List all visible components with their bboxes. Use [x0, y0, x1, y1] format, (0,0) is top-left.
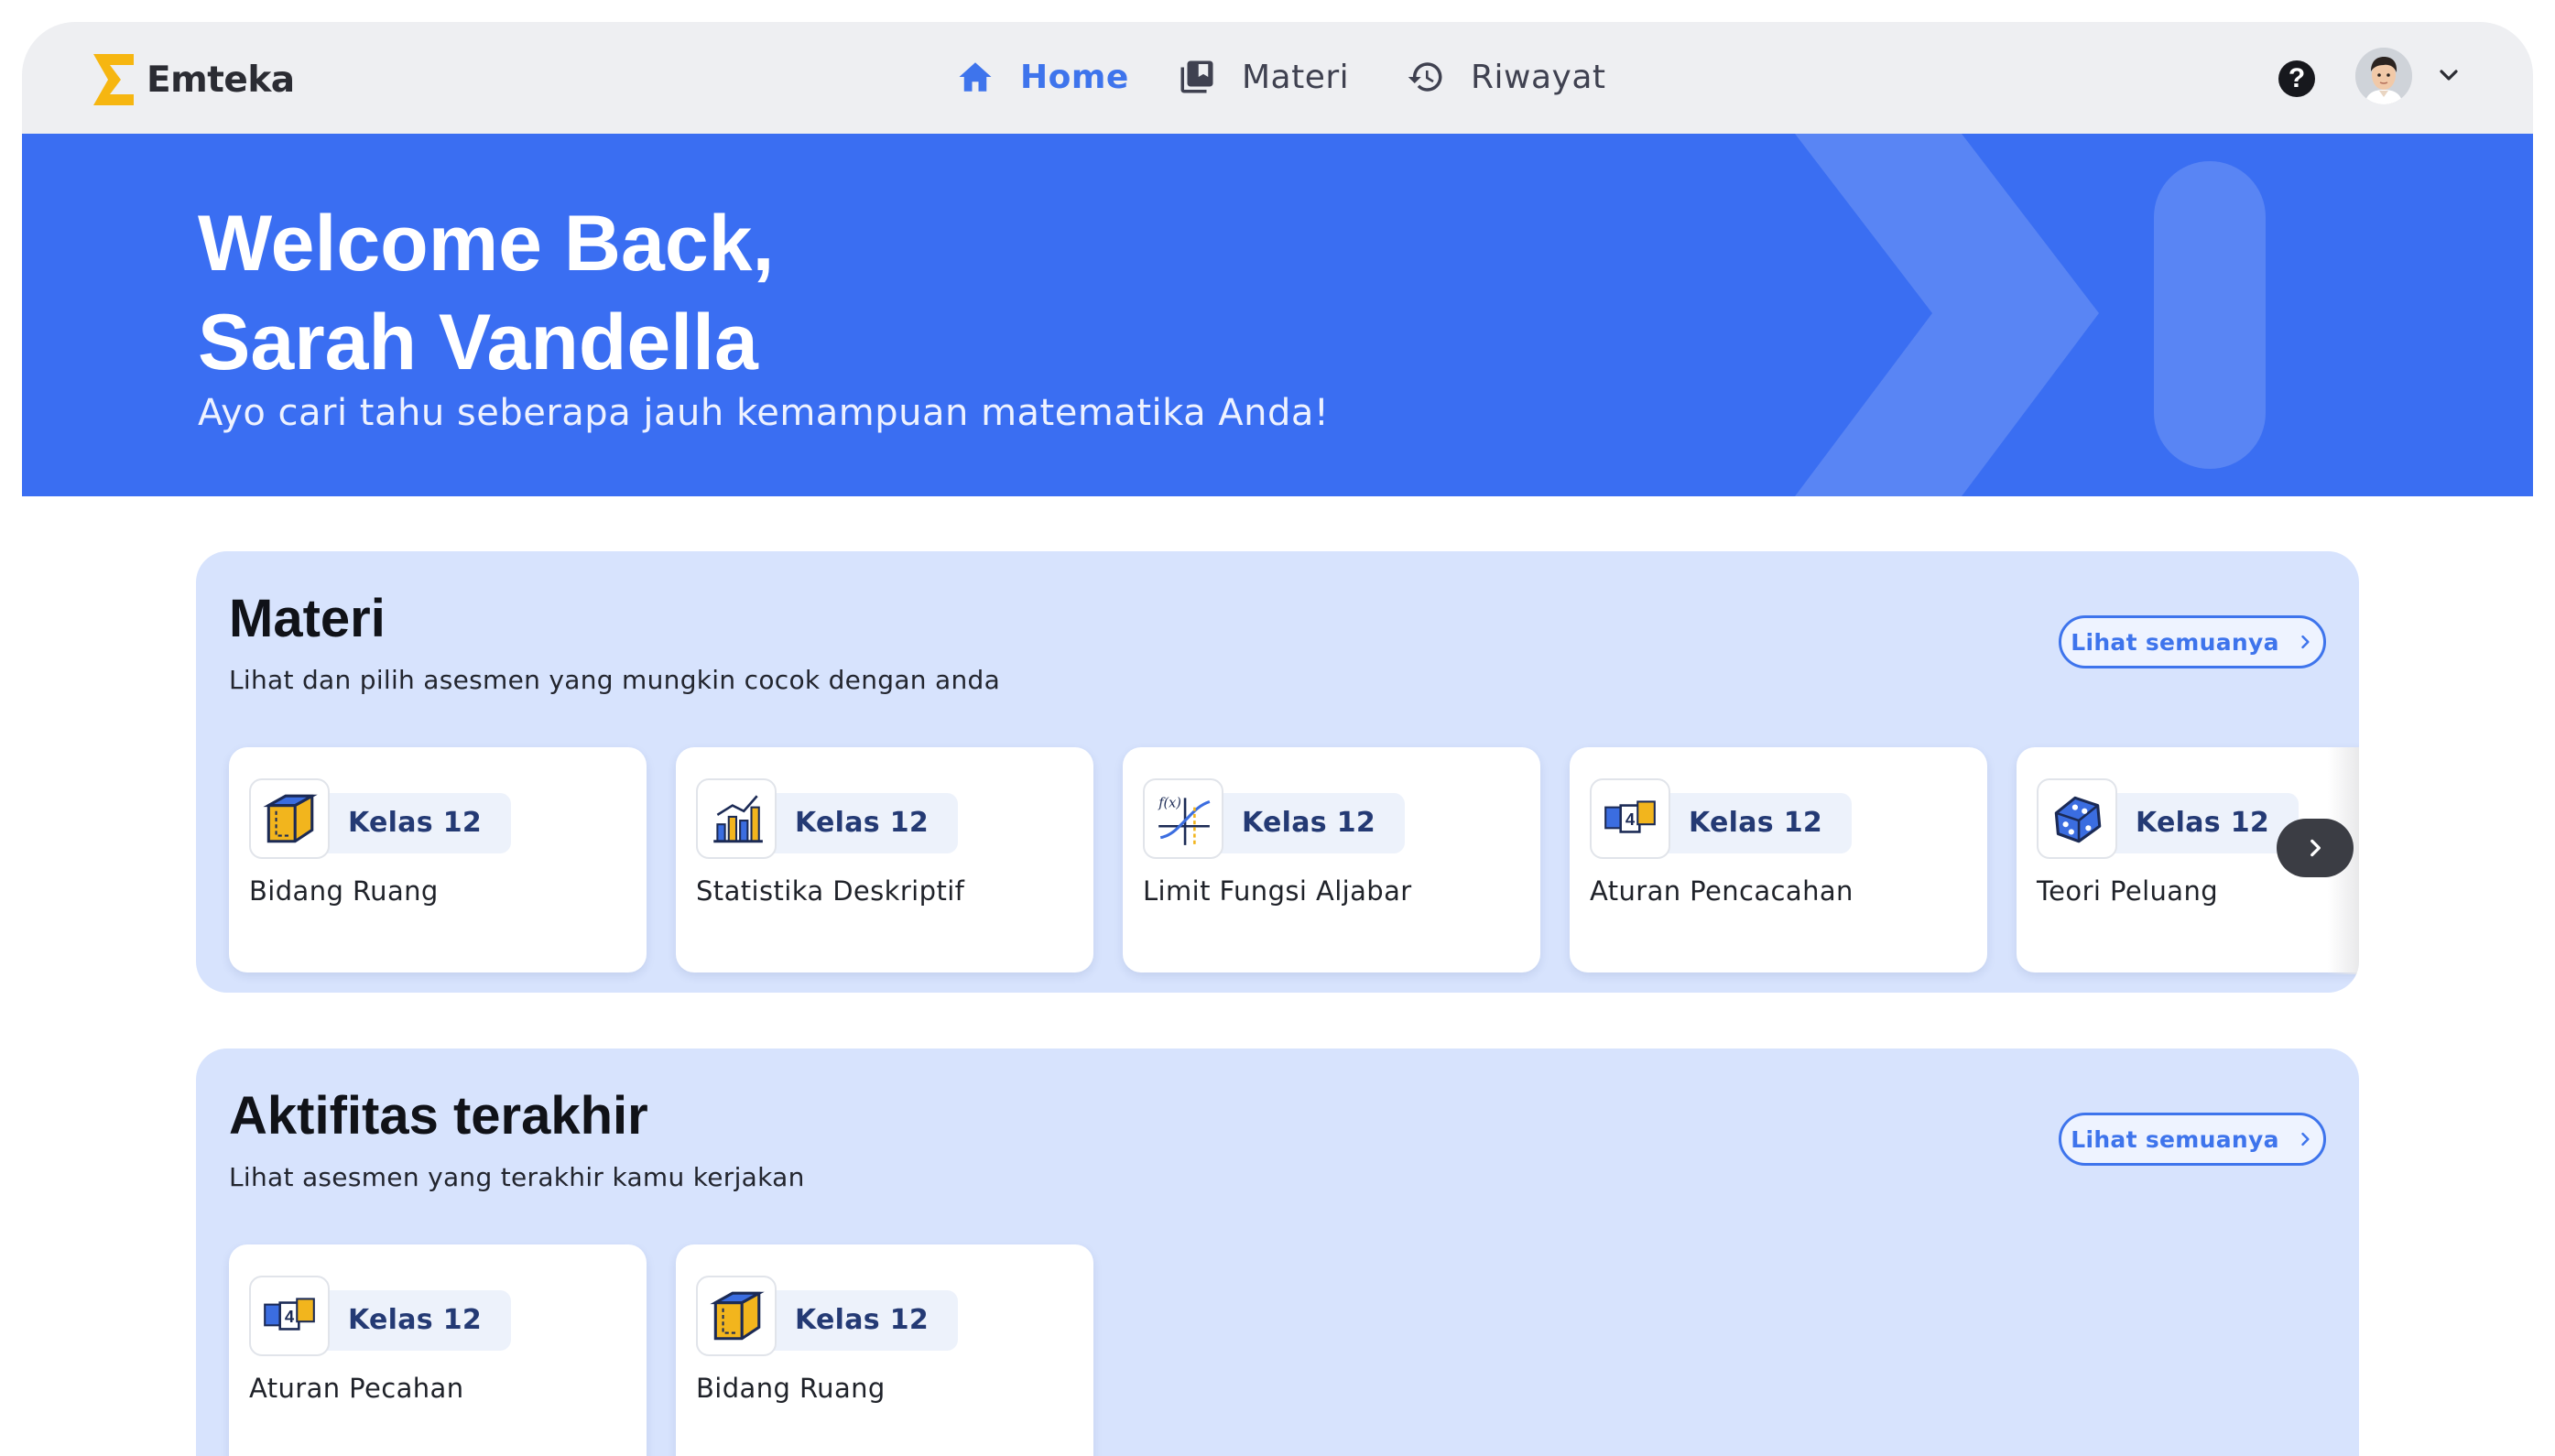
chevron-down-icon[interactable]: [2434, 60, 2463, 90]
welcome-subtitle: Ayo cari tahu seberapa jauh kemampuan ma…: [198, 392, 1330, 434]
sigma-logo-icon: [93, 54, 134, 105]
grade-badge: Kelas 12: [764, 1290, 959, 1351]
carousel-next-button[interactable]: [2277, 819, 2354, 877]
library-books-icon: [1180, 60, 1213, 93]
section-title: Aktifitas terakhir: [229, 1086, 648, 1146]
grade-badge: Kelas 12: [317, 793, 512, 853]
grade-badge: Kelas 12: [1658, 793, 1853, 853]
card-title: Bidang Ruang: [249, 875, 439, 907]
materi-card[interactable]: f(x) Kelas 12 Limit Fungsi Aljabar: [1123, 747, 1540, 972]
cube-icon: [696, 1276, 777, 1356]
top-navigation: Emteka Home Materi Riwayat ?: [22, 22, 2533, 134]
welcome-line: Welcome Back,: [198, 200, 775, 288]
materi-card[interactable]: 4 Kelas 12 Aturan Pencacahan: [1570, 747, 1987, 972]
see-all-button[interactable]: Lihat semuanya: [2059, 1113, 2326, 1166]
svg-text:f(x): f(x): [1158, 797, 1181, 811]
card-title: Statistika Deskriptif: [696, 875, 965, 907]
counting-blocks-icon: 4: [249, 1276, 330, 1356]
card-title: Bidang Ruang: [696, 1373, 886, 1404]
section-title: Materi: [229, 589, 386, 648]
card-title: Teori Peluang: [2037, 875, 2219, 907]
bar-chart-icon: [696, 778, 777, 859]
dice-icon: [2037, 778, 2117, 859]
grade-badge: Kelas 12: [317, 1290, 512, 1351]
card-title: Aturan Pencacahan: [1590, 875, 1854, 907]
card-title: Aturan Pecahan: [249, 1373, 464, 1404]
nav-riwayat-label: Riwayat: [1471, 58, 1606, 96]
materi-card[interactable]: Kelas 12 Bidang Ruang: [229, 747, 647, 972]
see-all-label: Lihat semuanya: [2071, 1125, 2279, 1153]
user-name: Sarah Vandella: [198, 299, 758, 386]
brand-name: Emteka: [147, 59, 295, 101]
chevron-right-icon: [2310, 839, 2321, 857]
activity-card[interactable]: Kelas 12 Bidang Ruang: [676, 1244, 1093, 1456]
home-icon: [959, 62, 992, 92]
section-subtitle: Lihat dan pilih asesmen yang mungkin coc…: [229, 665, 1001, 695]
svg-text:4: 4: [285, 1307, 295, 1326]
chevron-right-icon: [2301, 1132, 2310, 1146]
card-title: Limit Fungsi Aljabar: [1143, 875, 1412, 907]
nav-home-label: Home: [1020, 58, 1129, 96]
app-window: Emteka Home Materi Riwayat ? Welcome Bac…: [22, 22, 2533, 1456]
activity-card[interactable]: 4 Kelas 12 Aturan Pecahan: [229, 1244, 647, 1456]
nav-riwayat[interactable]: Riwayat: [1407, 49, 1606, 104]
help-icon[interactable]: ?: [2278, 60, 2315, 97]
recent-activity-section: Aktifitas terakhir Lihat asesmen yang te…: [196, 1049, 2359, 1456]
nav-home[interactable]: Home: [956, 49, 1129, 104]
materi-card[interactable]: Kelas 12 Statistika Deskriptif: [676, 747, 1093, 972]
grade-badge: Kelas 12: [2104, 793, 2300, 853]
svg-text:4: 4: [1625, 809, 1636, 829]
history-icon: [1408, 62, 1442, 92]
grade-badge: Kelas 12: [1211, 793, 1406, 853]
function-graph-icon: f(x): [1143, 778, 1223, 859]
section-subtitle: Lihat asesmen yang terakhir kamu kerjaka…: [229, 1162, 805, 1192]
chevron-right-icon: [2301, 635, 2310, 649]
avatar-image: [2355, 48, 2412, 104]
counting-blocks-icon: 4: [1590, 778, 1670, 859]
nav-materi[interactable]: Materi: [1178, 49, 1349, 104]
materi-section: Materi Lihat dan pilih asesmen yang mung…: [196, 551, 2359, 993]
welcome-title: Welcome Back, Sarah Vandella: [198, 194, 774, 392]
nav-materi-label: Materi: [1242, 58, 1350, 96]
brand-logo[interactable]: Emteka: [90, 50, 295, 109]
cube-icon: [249, 778, 330, 859]
user-avatar[interactable]: [2355, 48, 2412, 104]
see-all-button[interactable]: Lihat semuanya: [2059, 615, 2326, 668]
grade-badge: Kelas 12: [764, 793, 959, 853]
see-all-label: Lihat semuanya: [2071, 628, 2279, 656]
welcome-banner: Welcome Back, Sarah Vandella Ayo cari ta…: [22, 134, 2533, 496]
